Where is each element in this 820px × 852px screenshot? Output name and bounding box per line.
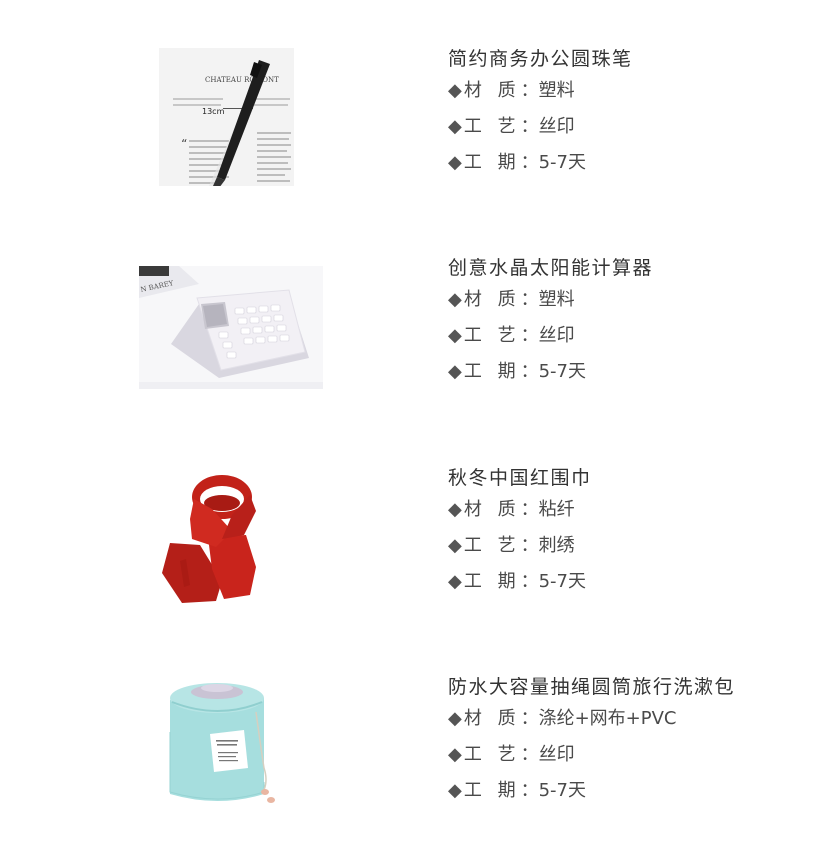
spec-value: 5-7天 bbox=[538, 780, 586, 801]
spec-material: ◆ 材 质：粘纤 bbox=[448, 492, 592, 528]
diamond-bullet-icon: ◆ bbox=[448, 289, 462, 310]
spec-label: 工 期 bbox=[463, 361, 521, 382]
spec-value: 塑料 bbox=[538, 80, 575, 101]
spec-material: ◆ 材 质：涤纶+网布+PVC bbox=[448, 701, 735, 737]
spec-separator: ： bbox=[520, 289, 539, 310]
spec-label: 工 艺 bbox=[463, 744, 521, 765]
diamond-bullet-icon: ◆ bbox=[448, 780, 462, 801]
diamond-bullet-icon: ◆ bbox=[448, 744, 462, 765]
spec-craft: ◆ 工 艺：刺绣 bbox=[448, 528, 592, 564]
product-item-pen[interactable]: CHATEAU ROMONT 13cm “ 简约商务办公圆珠笔 ◆ 材 质：塑料… bbox=[0, 44, 820, 224]
product-title: 防水大容量抽绳圆筒旅行洗漱包 bbox=[448, 676, 736, 698]
spec-label: 工 艺 bbox=[463, 535, 521, 556]
calculator-image: N BAREY bbox=[139, 266, 323, 389]
spec-value: 刺绣 bbox=[538, 535, 575, 556]
spec-separator: ： bbox=[520, 708, 539, 729]
spec-label: 工 期 bbox=[463, 780, 521, 801]
diamond-bullet-icon: ◆ bbox=[448, 571, 462, 592]
pen-image: CHATEAU ROMONT 13cm “ bbox=[159, 48, 294, 186]
diamond-bullet-icon: ◆ bbox=[448, 708, 462, 729]
product-title: 创意水晶太阳能计算器 bbox=[448, 257, 654, 279]
diamond-bullet-icon: ◆ bbox=[448, 535, 462, 556]
spec-value: 丝印 bbox=[538, 325, 575, 346]
spec-separator: ： bbox=[520, 152, 539, 173]
spec-craft: ◆ 工 艺：丝印 bbox=[448, 318, 653, 354]
diamond-bullet-icon: ◆ bbox=[448, 116, 462, 137]
spec-label: 工 艺 bbox=[463, 325, 521, 346]
spec-label: 材 质 bbox=[463, 80, 521, 101]
spec-label: 材 质 bbox=[463, 708, 521, 729]
diamond-bullet-icon: ◆ bbox=[448, 152, 462, 173]
spec-label: 材 质 bbox=[463, 289, 521, 310]
product-info: 简约商务办公圆珠笔 ◆ 材 质：塑料 ◆ 工 艺：丝印 ◆ 工 期：5-7天 bbox=[448, 44, 633, 181]
spec-separator: ： bbox=[520, 361, 539, 382]
toiletry-bag-image bbox=[160, 672, 280, 808]
product-info: 秋冬中国红围巾 ◆ 材 质：粘纤 ◆ 工 艺：刺绣 ◆ 工 期：5-7天 bbox=[448, 463, 592, 600]
spec-value: 5-7天 bbox=[538, 152, 586, 173]
product-title: 简约商务办公圆珠笔 bbox=[448, 48, 633, 70]
spec-lead-time: ◆ 工 期：5-7天 bbox=[448, 773, 735, 809]
product-info: 创意水晶太阳能计算器 ◆ 材 质：塑料 ◆ 工 艺：丝印 ◆ 工 期：5-7天 bbox=[448, 253, 653, 390]
spec-separator: ： bbox=[520, 780, 539, 801]
spec-craft: ◆ 工 艺：丝印 bbox=[448, 737, 735, 773]
spec-label: 工 期 bbox=[463, 152, 521, 173]
spec-value: 5-7天 bbox=[538, 571, 586, 592]
spec-separator: ： bbox=[520, 325, 539, 346]
spec-separator: ： bbox=[520, 571, 539, 592]
spec-value: 丝印 bbox=[538, 116, 575, 137]
product-item-calculator[interactable]: N BAREY 创意水晶太阳能计算器 ◆ 材 质：塑料 ◆ 工 艺：丝印 ◆ 工 期：… bbox=[0, 253, 820, 433]
spec-label: 工 期 bbox=[463, 571, 521, 592]
product-info: 防水大容量抽绳圆筒旅行洗漱包 ◆ 材 质：涤纶+网布+PVC ◆ 工 艺：丝印 ◆ 工… bbox=[448, 672, 735, 809]
product-item-toiletry-bag[interactable]: 防水大容量抽绳圆筒旅行洗漱包 ◆ 材 质：涤纶+网布+PVC ◆ 工 艺：丝印 ◆ 工… bbox=[0, 672, 820, 852]
diamond-bullet-icon: ◆ bbox=[448, 325, 462, 346]
diamond-bullet-icon: ◆ bbox=[448, 361, 462, 382]
diamond-bullet-icon: ◆ bbox=[448, 499, 462, 520]
spec-value: 5-7天 bbox=[538, 361, 586, 382]
spec-value: 粘纤 bbox=[538, 499, 575, 520]
spec-value: 塑料 bbox=[538, 289, 575, 310]
spec-label: 工 艺 bbox=[463, 116, 521, 137]
spec-lead-time: ◆ 工 期：5-7天 bbox=[448, 354, 653, 390]
product-title: 秋冬中国红围巾 bbox=[448, 467, 592, 489]
spec-separator: ： bbox=[520, 80, 539, 101]
spec-label: 材 质 bbox=[463, 499, 521, 520]
spec-material: ◆ 材 质：塑料 bbox=[448, 282, 653, 318]
spec-lead-time: ◆ 工 期：5-7天 bbox=[448, 564, 592, 600]
pen-image-heading: CHATEAU ROMONT bbox=[205, 76, 279, 84]
diamond-bullet-icon: ◆ bbox=[448, 80, 462, 101]
pen-image-ruler-label: 13cm bbox=[202, 107, 225, 116]
spec-material: ◆ 材 质：塑料 bbox=[448, 73, 633, 109]
product-item-scarf[interactable]: 秋冬中国红围巾 ◆ 材 质：粘纤 ◆ 工 艺：刺绣 ◆ 工 期：5-7天 bbox=[0, 463, 820, 643]
spec-separator: ： bbox=[520, 744, 539, 765]
spec-value: 涤纶+网布+PVC bbox=[538, 708, 677, 729]
spec-craft: ◆ 工 艺：丝印 bbox=[448, 109, 633, 145]
svg-text:“: “ bbox=[181, 137, 187, 151]
spec-value: 丝印 bbox=[538, 744, 575, 765]
spec-separator: ： bbox=[520, 499, 539, 520]
spec-lead-time: ◆ 工 期：5-7天 bbox=[448, 145, 633, 181]
spec-separator: ： bbox=[520, 116, 539, 137]
scarf-image bbox=[160, 469, 276, 607]
spec-separator: ： bbox=[520, 535, 539, 556]
